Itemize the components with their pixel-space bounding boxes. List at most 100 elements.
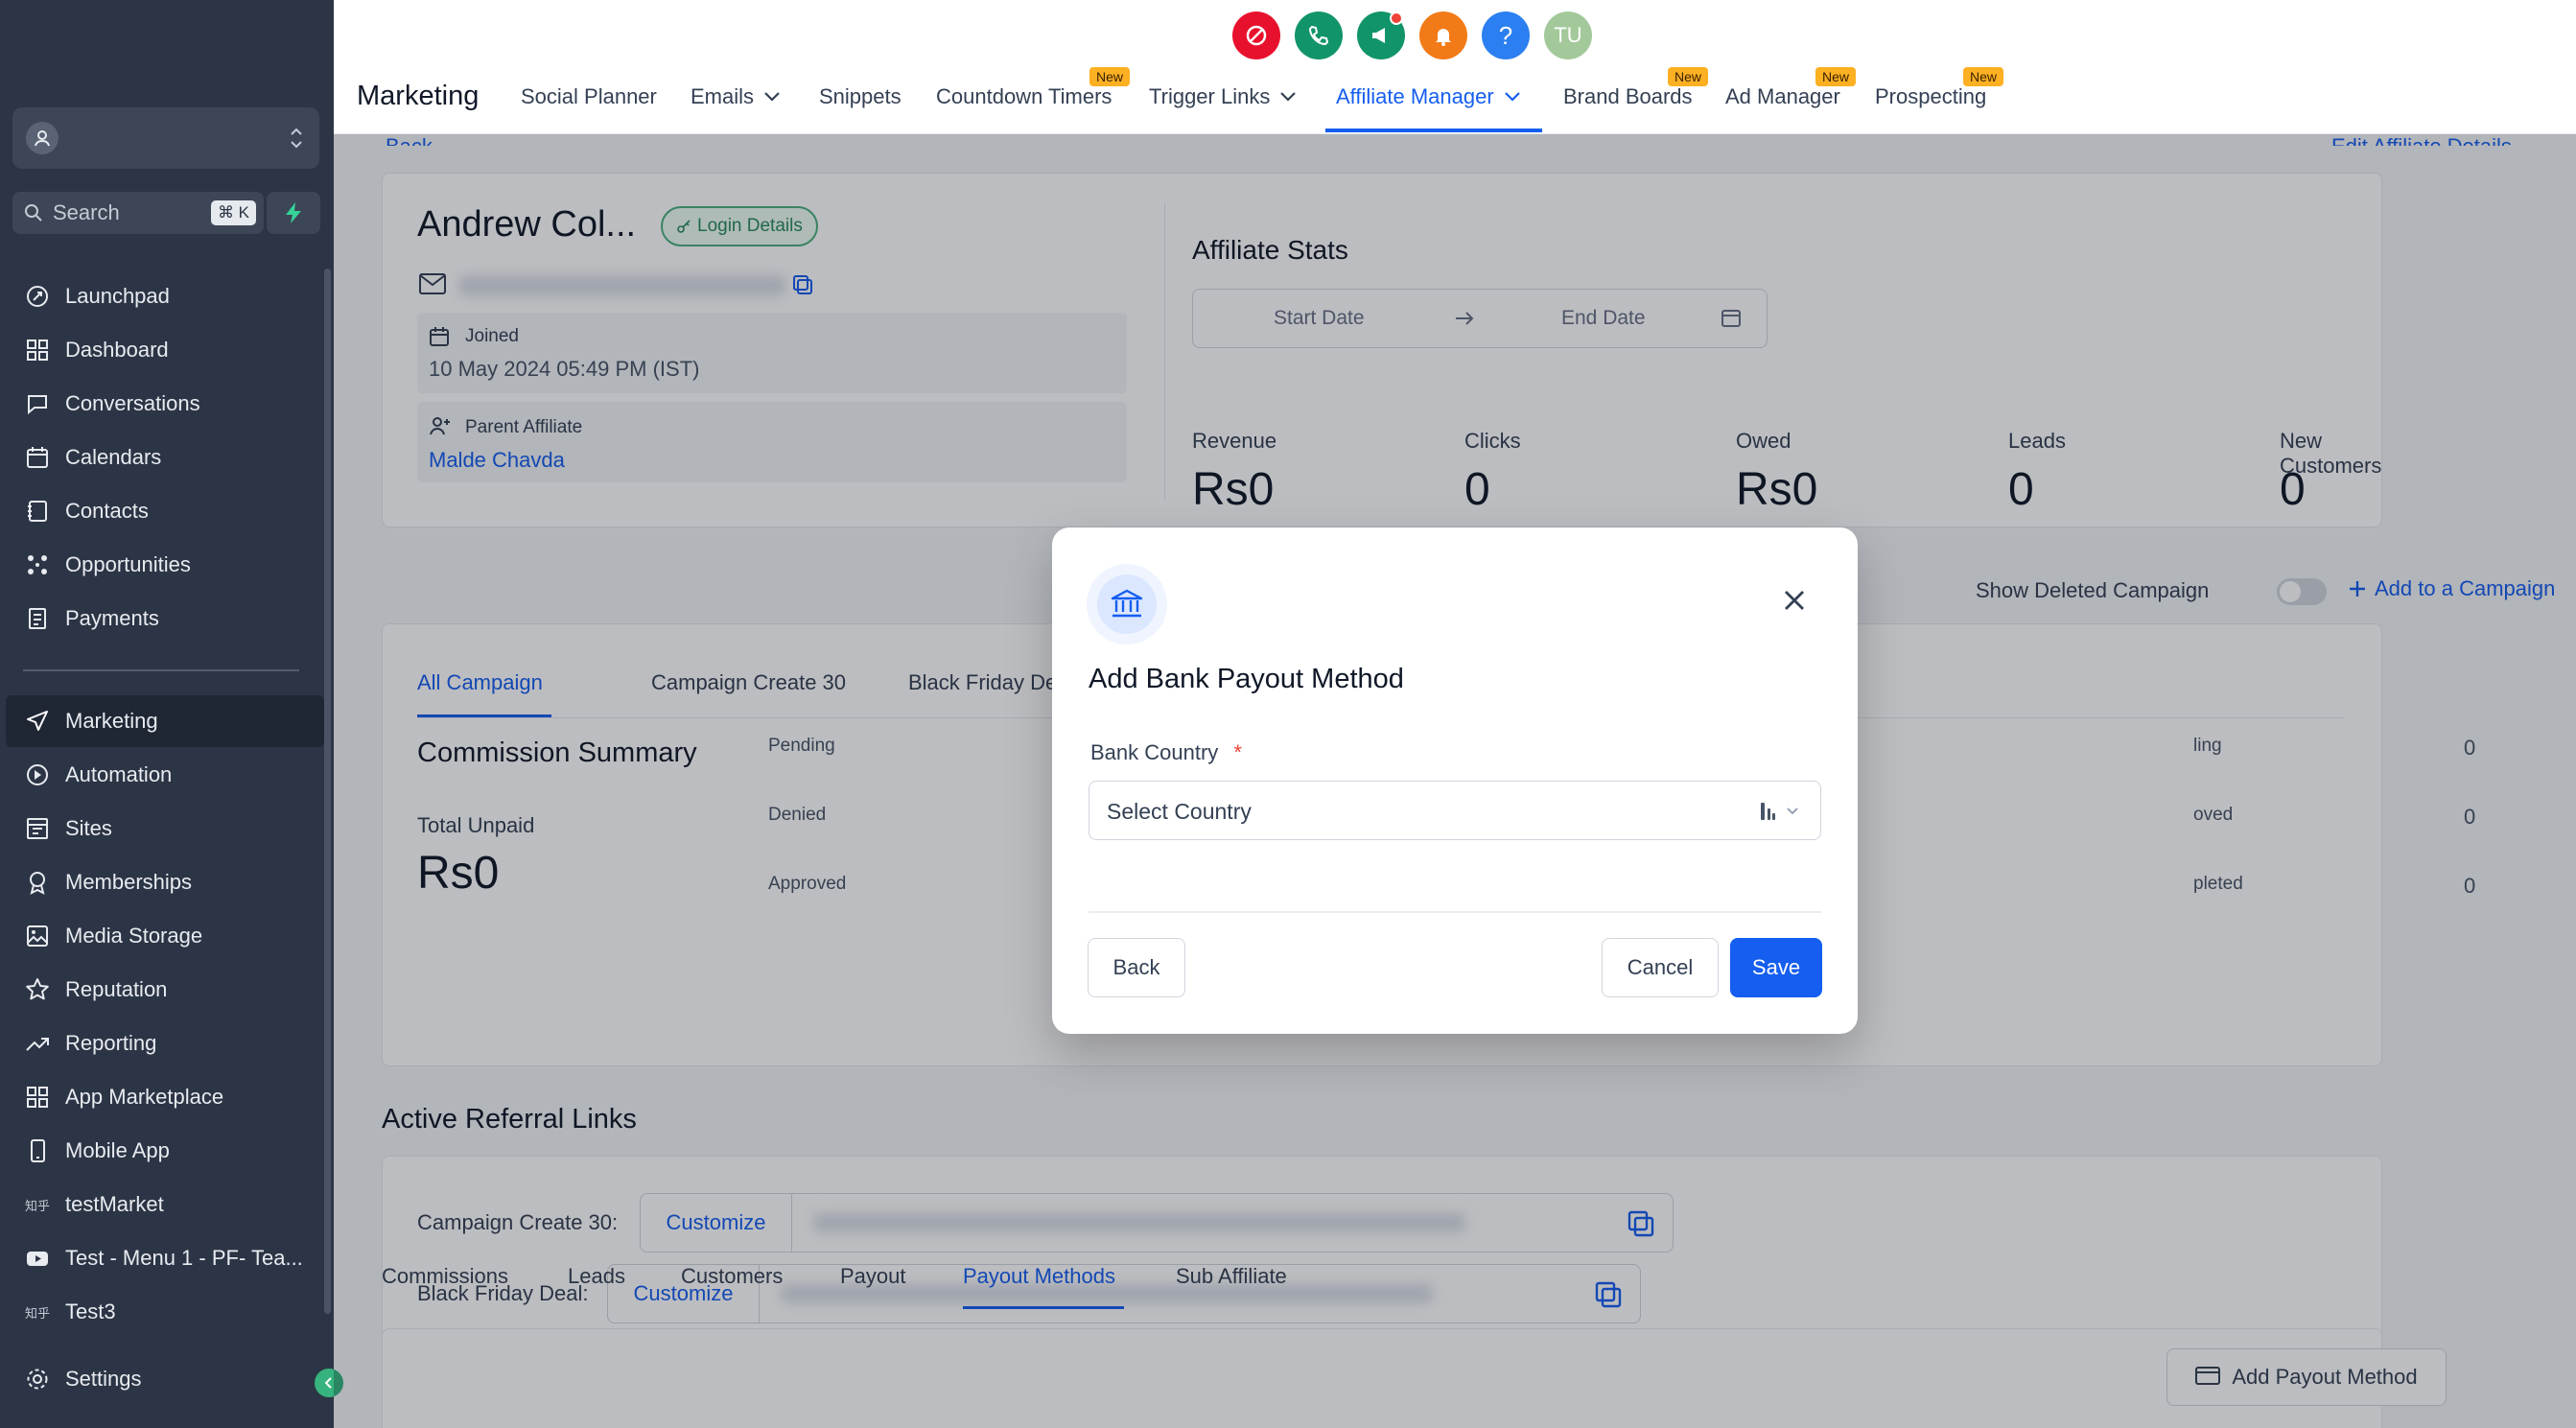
tab-brand-boards[interactable]: Brand Boards xyxy=(1563,84,1693,109)
star-icon xyxy=(26,978,49,1000)
gear-icon xyxy=(27,1369,48,1390)
sidebar-divider xyxy=(23,669,299,671)
sidebar-item-label: Settings xyxy=(65,1367,142,1391)
sites-icon xyxy=(27,818,48,839)
tab-label: Affiliate Manager xyxy=(1336,84,1494,108)
sidebar-item-contacts[interactable]: Contacts xyxy=(0,485,324,537)
sidebar-item-label: Payments xyxy=(65,606,159,630)
sidebar-scrollbar[interactable] xyxy=(324,269,331,1314)
megaphone-icon xyxy=(1372,28,1385,43)
contacts-icon xyxy=(28,501,47,522)
opportunities-icon xyxy=(28,555,47,574)
sidebar-item-payments[interactable]: Payments xyxy=(0,593,324,644)
tab-prospecting[interactable]: Prospecting xyxy=(1875,84,1986,109)
sidebar: Search ⌘ K Launchpad Dashboard Conversatio… xyxy=(0,0,343,1428)
tab-label: Brand Boards xyxy=(1563,84,1693,108)
form-fill-icon xyxy=(1761,803,1775,820)
quick-action-button[interactable] xyxy=(267,192,320,234)
sidebar-item-reputation[interactable]: Reputation xyxy=(0,964,324,1016)
tab-label: Snippets xyxy=(819,84,902,108)
tab-label: Social Planner xyxy=(521,84,657,108)
announcements-button[interactable] xyxy=(1357,12,1405,59)
new-badge: New xyxy=(1963,67,2004,86)
tab-social-planner[interactable]: Social Planner xyxy=(521,84,657,109)
save-button[interactable]: Save xyxy=(1730,938,1822,997)
close-icon[interactable] xyxy=(1783,589,1806,612)
help-button[interactable]: ? xyxy=(1482,12,1530,59)
notification-dot xyxy=(1390,12,1403,25)
phone-icon xyxy=(1308,25,1329,46)
sidebar-item-label: Test3 xyxy=(65,1299,116,1323)
sidebar-item-label: Reputation xyxy=(65,977,168,1001)
youtube-icon xyxy=(27,1252,48,1266)
sidebar-item-launchpad[interactable]: Launchpad xyxy=(0,270,324,322)
required-asterisk: * xyxy=(1233,740,1242,764)
sidebar-item-label: Automation xyxy=(65,762,173,786)
memberships-icon xyxy=(30,872,45,895)
sidebar-item-sites[interactable]: Sites xyxy=(0,803,324,854)
account-switcher[interactable] xyxy=(12,107,319,169)
sidebar-item-label: Launchpad xyxy=(65,284,170,308)
apps-icon xyxy=(27,1087,48,1108)
sidebar-item-media-storage[interactable]: Media Storage xyxy=(0,910,324,962)
tab-countdown-timers[interactable]: Countdown Timers xyxy=(936,84,1112,109)
sidebar-item-conversations[interactable]: Conversations xyxy=(0,378,324,430)
tab-ad-manager[interactable]: Ad Manager xyxy=(1725,84,1840,109)
back-button[interactable]: Back xyxy=(1088,938,1185,997)
bank-country-select[interactable]: Select Country xyxy=(1089,781,1821,840)
sidebar-item-test3[interactable]: 知乎 Test3 xyxy=(0,1286,324,1338)
sidebar-item-dashboard[interactable]: Dashboard xyxy=(0,324,324,376)
modal-title: Add Bank Payout Method xyxy=(1089,664,1404,694)
sidebar-item-testmarket[interactable]: 知乎 testMarket xyxy=(0,1179,324,1230)
sidebar-item-automation[interactable]: Automation xyxy=(0,749,324,801)
bank-country-label: Bank Country * xyxy=(1090,740,1242,765)
tab-emails[interactable]: Emails xyxy=(691,84,781,109)
chevron-down-icon xyxy=(1504,92,1520,102)
search-label: Search xyxy=(53,200,120,224)
cancel-button[interactable]: Cancel xyxy=(1602,938,1719,997)
sidebar-item-app-marketplace[interactable]: App Marketplace xyxy=(0,1071,324,1123)
tab-affiliate-manager[interactable]: Affiliate Manager xyxy=(1336,84,1521,109)
tab-label: Ad Manager xyxy=(1725,84,1840,108)
new-badge: New xyxy=(1668,67,1709,86)
sidebar-item-label: Reporting xyxy=(65,1031,157,1055)
tab-label: Countdown Timers xyxy=(936,84,1112,108)
bank-icon xyxy=(1111,589,1143,618)
tab-snippets[interactable]: Snippets xyxy=(819,84,902,109)
tab-label: Emails xyxy=(691,84,755,108)
sidebar-item-calendars[interactable]: Calendars xyxy=(0,432,324,483)
sidebar-item-label: Dashboard xyxy=(65,338,169,362)
bank-icon-wrapper xyxy=(1087,564,1167,644)
sidebar-item-test-menu-1-pf-tea[interactable]: Test - Menu 1 - PF- Tea... xyxy=(0,1232,324,1284)
calendar-icon xyxy=(27,447,48,468)
tab-label: Prospecting xyxy=(1875,84,1987,108)
sidebar-item-mobile-app[interactable]: Mobile App xyxy=(0,1125,324,1177)
tab-label: Trigger Links xyxy=(1149,84,1271,108)
sidebar-item-opportunities[interactable]: Opportunities xyxy=(0,539,324,591)
sidebar-item-label: App Marketplace xyxy=(65,1085,224,1109)
tab-trigger-links[interactable]: Trigger Links xyxy=(1149,84,1297,109)
no-entry-icon xyxy=(1246,25,1267,46)
grid-icon xyxy=(27,339,48,361)
sidebar-item-label: Calendars xyxy=(65,445,162,469)
active-tab-underline xyxy=(1325,129,1542,132)
sidebar-item-label: Mobile App xyxy=(65,1138,170,1162)
trend-icon xyxy=(26,1038,49,1051)
user-avatar[interactable]: TU xyxy=(1544,12,1592,59)
phone-button[interactable] xyxy=(1295,12,1343,59)
sidebar-item-label: Marketing xyxy=(65,709,158,733)
new-badge: New xyxy=(1089,67,1131,86)
chevron-down-icon xyxy=(764,92,780,102)
mobile-icon xyxy=(31,1139,45,1162)
sidebar-item-memberships[interactable]: Memberships xyxy=(0,856,324,908)
status-button[interactable] xyxy=(1232,12,1280,59)
notifications-button[interactable] xyxy=(1419,12,1467,59)
sidebar-item-marketing[interactable]: Marketing xyxy=(6,695,324,747)
rocket-icon xyxy=(27,286,48,307)
sidebar-item-label: Sites xyxy=(65,816,112,840)
sidebar-search[interactable]: Search ⌘ K xyxy=(12,192,264,234)
sidebar-item-settings[interactable]: Settings xyxy=(0,1353,324,1405)
sidebar-item-reporting[interactable]: Reporting xyxy=(0,1018,324,1069)
bolt-icon xyxy=(286,202,301,223)
new-badge: New xyxy=(1815,67,1857,86)
